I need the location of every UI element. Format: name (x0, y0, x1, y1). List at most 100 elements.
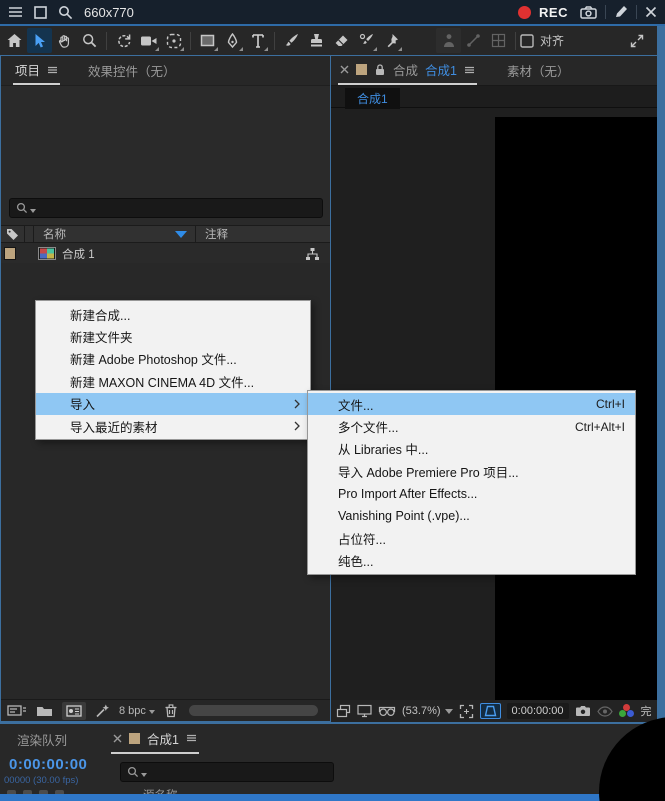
resolution-dropdown[interactable]: 完 (641, 703, 652, 719)
panel-menu-icon[interactable] (47, 66, 58, 74)
eraser-tool-button[interactable] (329, 28, 354, 53)
interpret-footage-icon[interactable] (7, 704, 27, 717)
rotobrush-tool-button[interactable] (354, 28, 379, 53)
name-column-header[interactable]: 名称 (34, 226, 196, 242)
toolbar-divider (190, 31, 191, 50)
menu-item-new-folder[interactable]: 新建文件夹 (36, 325, 310, 347)
tab-project[interactable]: 项目 (13, 56, 61, 85)
stamp-tool-button[interactable] (304, 28, 329, 53)
label-color-swatch[interactable] (4, 247, 16, 260)
comment-column-header[interactable]: 注释 (196, 226, 330, 242)
color-depth-button[interactable]: 8 bpc (119, 705, 155, 717)
menu-item-import-recent-footage[interactable]: 导入最近的素材 (36, 415, 310, 437)
menu-item-new-composition[interactable]: 新建合成... (36, 303, 310, 325)
flowchart-icon[interactable] (305, 247, 320, 261)
zoom-level-label: (53.7%) (402, 705, 441, 717)
camera-tool-button[interactable] (136, 28, 161, 53)
home-tool-button[interactable] (2, 28, 27, 53)
panel-menu-icon[interactable] (186, 734, 197, 742)
snapshot-camera-icon[interactable] (575, 705, 591, 717)
submenu-item-multiple-files[interactable]: 多个文件... Ctrl+Alt+I (308, 415, 635, 437)
tab-composition[interactable]: 合成 合成1 (338, 56, 477, 85)
lock-icon[interactable] (374, 63, 386, 76)
viewer-comp-chip[interactable]: 合成1 (345, 88, 400, 111)
new-folder-icon[interactable] (36, 704, 53, 717)
puppet-pin-tool-button[interactable] (379, 28, 404, 53)
tab-render-queue[interactable]: 渲染队列 (15, 724, 69, 754)
close-icon[interactable] (645, 6, 657, 18)
menu-item-new-photoshop-file[interactable]: 新建 Adobe Photoshop 文件... (36, 348, 310, 370)
snap-align-toggle[interactable]: 对齐 (520, 32, 564, 49)
pencil-icon[interactable] (614, 5, 628, 19)
3d-glasses-icon[interactable] (378, 705, 396, 717)
mesh-grid-icon (491, 33, 506, 48)
brush-tool-button[interactable] (279, 28, 304, 53)
panel-menu-icon[interactable] (464, 66, 475, 74)
label-column-header[interactable] (1, 226, 25, 242)
zoom-tool-button[interactable] (77, 28, 102, 53)
show-snapshot-eye-icon[interactable] (596, 705, 613, 717)
timeline-panel: 渲染队列 合成1 0:00:00:00 00000 (30.00 fps) (0, 722, 665, 801)
selection-tool-button[interactable] (27, 28, 52, 53)
project-item-row[interactable]: 合成 1 (1, 244, 330, 263)
hand-tool-button[interactable] (52, 28, 77, 53)
home-icon (6, 33, 23, 48)
timeline-timecode[interactable]: 0:00:00:00 (9, 756, 87, 773)
close-tab-icon[interactable] (113, 734, 122, 743)
close-tab-icon[interactable] (340, 65, 349, 74)
project-settings-wand-icon[interactable] (95, 703, 110, 718)
tab-render-queue-label: 渲染队列 (17, 733, 68, 748)
search-icon (127, 766, 139, 778)
tag-icon (6, 228, 19, 241)
tab-timeline-comp[interactable]: 合成1 (111, 724, 199, 754)
menu-item-label: 文件... (338, 398, 374, 413)
record-indicator-icon (518, 5, 532, 19)
snapshot-layers-icon[interactable] (336, 704, 351, 718)
orbit-target-icon (166, 33, 182, 49)
tab-footage[interactable]: 素材（无） (505, 56, 572, 85)
hamburger-menu-icon[interactable] (8, 6, 23, 18)
rotobrush-icon (359, 33, 375, 48)
submenu-item-placeholder[interactable]: 占位符... (308, 527, 635, 549)
menu-item-label: 多个文件... (338, 421, 399, 436)
menu-item-label: 导入 Adobe Premiere Pro 项目... (338, 465, 519, 480)
composition-panel: 合成 合成1 素材（无） 合成1 (53.7%) 0:00:00:00 完 (331, 55, 657, 722)
shape-tool-button[interactable] (195, 28, 220, 53)
menu-item-label: Pro Import After Effects... (338, 486, 478, 501)
submenu-item-vanishing-point[interactable]: Vanishing Point (.vpe)... (308, 505, 635, 527)
mask-visibility-button[interactable] (479, 703, 501, 719)
rotation-tool-button[interactable] (111, 28, 136, 53)
window-icon[interactable] (34, 5, 47, 19)
horizontal-scrollbar[interactable] (188, 705, 318, 716)
submenu-item-import-premiere-project[interactable]: 导入 Adobe Premiere Pro 项目... (308, 460, 635, 482)
orbit-tool-button[interactable] (161, 28, 186, 53)
submenu-item-from-libraries[interactable]: 从 Libraries 中... (308, 438, 635, 460)
window-right-border (657, 26, 665, 801)
menu-item-import[interactable]: 导入 (36, 392, 310, 415)
name-column-label: 名称 (43, 229, 66, 241)
project-panel-tabs: 项目 效果控件（无） (1, 56, 330, 86)
menu-item-new-cinema4d-file[interactable]: 新建 MAXON CINEMA 4D 文件... (36, 370, 310, 392)
project-search-input[interactable] (9, 198, 323, 218)
zoom-level-dropdown[interactable]: (53.7%) (402, 705, 453, 717)
submenu-item-file[interactable]: 文件... Ctrl+I (308, 393, 635, 416)
search-icon[interactable] (58, 5, 73, 20)
timeline-search-input[interactable] (120, 762, 334, 782)
submenu-item-solid[interactable]: 纯色... (308, 550, 635, 572)
composition-panel-tabs: 合成 合成1 素材（无） (331, 56, 657, 86)
type-tool-button[interactable] (245, 28, 270, 53)
tab-effect-controls[interactable]: 效果控件（无） (86, 56, 178, 85)
monitor-icon[interactable] (357, 704, 372, 718)
submenu-item-pro-import-after-effects[interactable]: Pro Import After Effects... (308, 483, 635, 505)
screenshot-camera-icon[interactable] (580, 5, 597, 19)
pen-tool-button[interactable] (220, 28, 245, 53)
channel-rgb-icon[interactable] (618, 704, 635, 718)
search-options-icon (30, 208, 36, 213)
toolbar-expand-button[interactable] (624, 28, 649, 53)
region-of-interest-icon[interactable] (459, 704, 474, 719)
new-composition-button[interactable] (62, 701, 86, 720)
preview-timecode[interactable]: 0:00:00:00 (506, 703, 569, 719)
trash-icon[interactable] (164, 703, 178, 718)
timeline-frame-info: 00000 (30.00 fps) (4, 775, 79, 786)
menu-item-label: 占位符... (338, 533, 386, 548)
